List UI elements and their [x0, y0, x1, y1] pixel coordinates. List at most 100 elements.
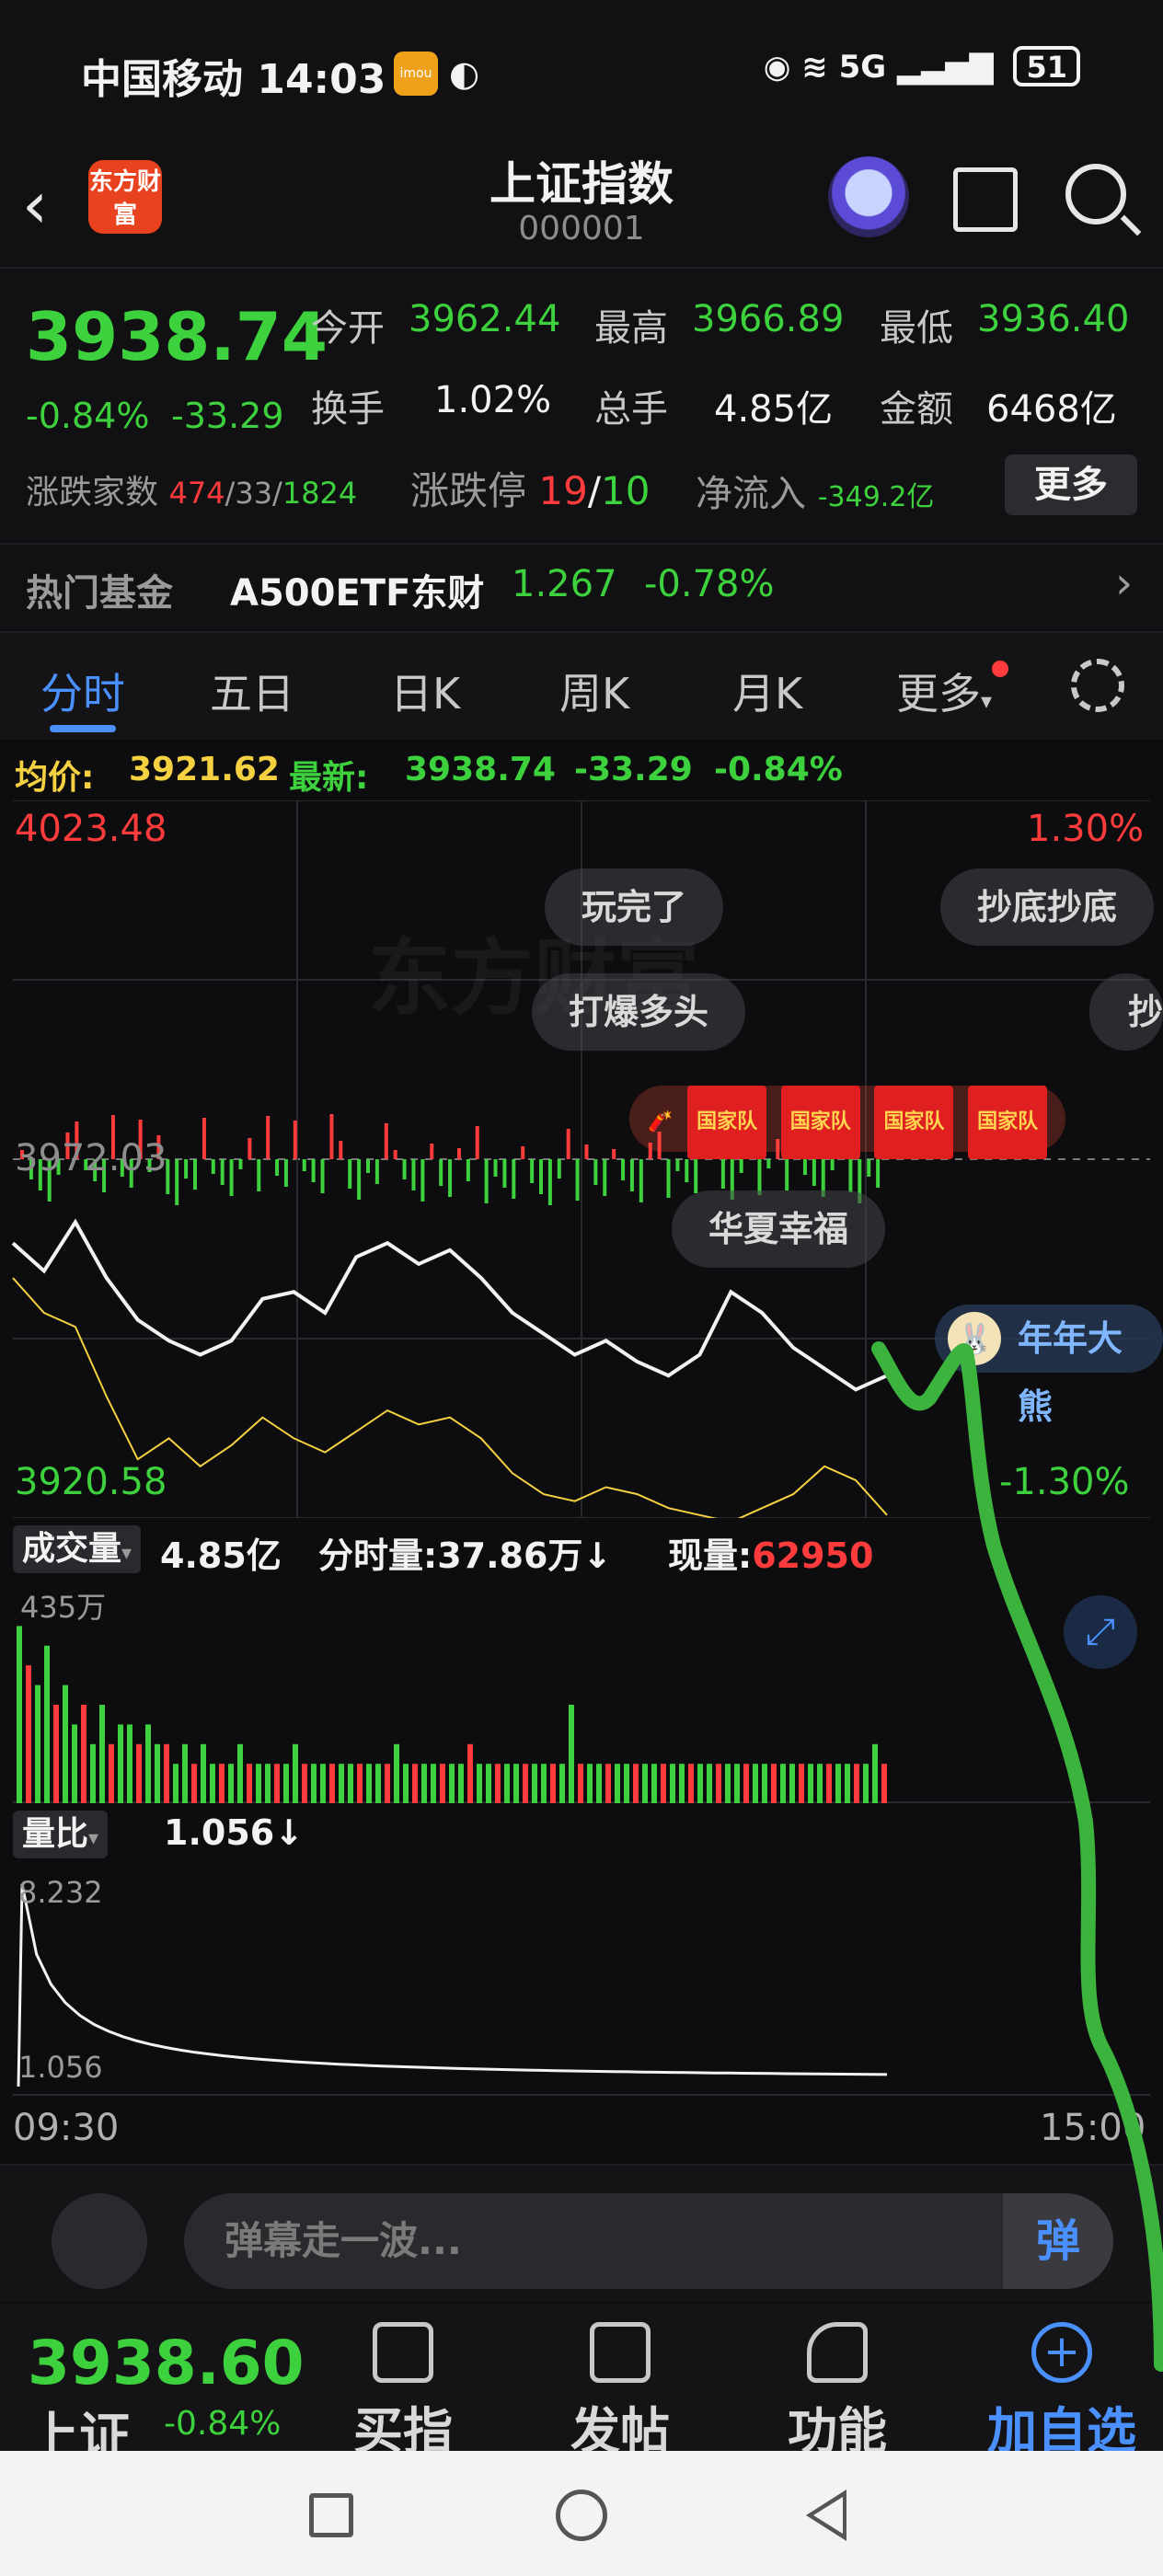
- fund-flow-bar: [374, 1159, 379, 1184]
- add-watchlist-button[interactable]: + 加自选: [979, 2322, 1145, 2463]
- volume-bar: [523, 1764, 528, 1803]
- volume-bar: [219, 1764, 225, 1803]
- volume-value: 4.85亿: [714, 388, 834, 431]
- grid-icon: [807, 2322, 868, 2383]
- danmaku-bubble[interactable]: 打爆多头: [532, 973, 746, 1051]
- wechat-icon: ◐: [449, 53, 480, 94]
- fund-flow-bar: [639, 1159, 643, 1202]
- advance-decline: 涨跌家数 474/33/1824: [26, 474, 358, 512]
- volume-indicator-select[interactable]: 成交量▾: [13, 1525, 142, 1573]
- danmaku-toggle-button[interactable]: 弹: [1003, 2193, 1113, 2289]
- home-icon[interactable]: [556, 2490, 607, 2541]
- intraday-chart[interactable]: 东方财富 4023.48 1.30% 3972.03 3920.58 -1.30…: [0, 800, 1163, 1518]
- national-team-flags[interactable]: 🧨 国家队 国家队 国家队 国家队: [629, 1086, 1066, 1159]
- ratio-indicator-select[interactable]: 量比▾: [13, 1811, 109, 1858]
- volume-bar: [53, 1705, 59, 1803]
- danmaku-bar: 弹幕走一波... 弹: [0, 2164, 1163, 2302]
- tab-weekly-k[interactable]: 周K: [559, 661, 629, 721]
- share-icon[interactable]: [953, 167, 1018, 232]
- danmaku-bubble[interactable]: 华夏幸福: [672, 1190, 886, 1268]
- volume-bar: [550, 1764, 556, 1803]
- danmaku-bubble[interactable]: 抄底抄底: [940, 868, 1155, 946]
- fund-flow-bar: [266, 1116, 271, 1159]
- back-arrow-icon[interactable]: ‹: [22, 167, 48, 243]
- volume-bar: [201, 1743, 206, 1803]
- bottom-toolbar: 3938.60 上证 -0.84% 买指数 发帖 功能 + 加自选: [0, 2304, 1163, 2533]
- danmaku-bubble[interactable]: 玩完了: [545, 868, 724, 946]
- period-volume-value: 37.86万: [437, 1535, 583, 1576]
- low-value: 3936.40: [977, 298, 1130, 340]
- back-icon[interactable]: [806, 2490, 846, 2541]
- fund-flow-bar: [456, 1148, 461, 1159]
- fund-flow-bar: [530, 1159, 535, 1183]
- danmaku-input[interactable]: 弹幕走一波... 弹: [184, 2193, 1113, 2289]
- battery-level: 51: [1026, 50, 1067, 85]
- volume-bar: [707, 1764, 712, 1803]
- hot-fund-row[interactable]: 热门基金 A500ETF东财 1.267 -0.78% ›: [0, 543, 1163, 629]
- fund-flow-bar: [484, 1159, 489, 1203]
- net-inflow: 净流入 -349.2亿: [696, 464, 934, 517]
- fund-flow-bar: [366, 1159, 370, 1173]
- function-button[interactable]: 功能: [764, 2322, 911, 2463]
- volume-bar: [569, 1705, 574, 1803]
- y-mid-label: 3972.03: [15, 1137, 167, 1179]
- tab-monthly-k[interactable]: 月K: [732, 661, 802, 721]
- ai-robot-icon[interactable]: [828, 156, 909, 237]
- turnover-label: 换手: [311, 388, 385, 431]
- fund-flow-bar: [202, 1118, 206, 1159]
- volume-bar: [743, 1764, 749, 1803]
- search-icon[interactable]: [1065, 164, 1126, 224]
- net-inflow-label: 净流入: [696, 473, 806, 515]
- volume-bar: [44, 1645, 50, 1803]
- volume-label: 总手: [594, 388, 668, 431]
- fund-flow-bar: [621, 1159, 626, 1180]
- flag-label: 国家队: [780, 1086, 860, 1159]
- post-button[interactable]: 发帖: [547, 2322, 694, 2463]
- fund-flow-bar: [493, 1159, 498, 1177]
- volume-bar: [339, 1764, 344, 1803]
- volume-bar: [127, 1724, 132, 1803]
- volume-bar: [293, 1743, 298, 1803]
- edit-icon: [590, 2322, 651, 2383]
- avg-value: 3921.62: [129, 751, 280, 788]
- tab-five-day[interactable]: 五日: [210, 661, 294, 721]
- fund-flow-bar: [257, 1159, 261, 1191]
- volume-bar: [458, 1764, 464, 1803]
- fund-flow-bar: [557, 1159, 561, 1179]
- active-tab-indicator: [50, 725, 116, 732]
- latest-label: 最新:: [289, 759, 369, 797]
- chart-line-icon: [373, 2322, 433, 2383]
- fund-flow-bar: [502, 1159, 507, 1188]
- fund-flow-bar: [876, 1159, 881, 1188]
- fund-flow-bar: [329, 1114, 334, 1159]
- volume-bar: [256, 1764, 261, 1803]
- recent-apps-icon[interactable]: [309, 2493, 353, 2537]
- volume-bar: [835, 1764, 841, 1803]
- volume-bar: [854, 1764, 859, 1803]
- volume-bar: [145, 1724, 151, 1803]
- avg-label: 均价:: [15, 759, 95, 797]
- danmaku-settings-icon[interactable]: [52, 2193, 147, 2289]
- battery-icon: 51: [1013, 46, 1080, 86]
- firecracker-icon: 🧨: [648, 1110, 674, 1133]
- current-volume-value: 62950: [752, 1535, 874, 1576]
- tab-intraday[interactable]: 分时: [40, 661, 125, 721]
- more-quote-button[interactable]: 更多: [1005, 454, 1137, 515]
- fund-flow-bar: [348, 1159, 352, 1189]
- danmaku-bubble[interactable]: 抄: [1089, 973, 1163, 1051]
- pct-min-label: -1.30%: [999, 1461, 1130, 1503]
- eastmoney-logo[interactable]: 东方财富: [88, 160, 162, 234]
- volume-bar: [762, 1764, 767, 1803]
- ratio-chart-svg: [13, 1883, 1150, 2096]
- gear-icon[interactable]: [1071, 659, 1124, 712]
- danmaku-bubble-special[interactable]: 🐰 年年大熊: [935, 1305, 1163, 1427]
- tab-daily-k[interactable]: 日K: [390, 661, 460, 721]
- fund-flow-bar: [393, 1150, 397, 1159]
- tab-more[interactable]: 更多▾: [896, 661, 1009, 721]
- volume-bar: [753, 1764, 758, 1803]
- volume-bar: [587, 1764, 593, 1803]
- expand-icon[interactable]: ⤢: [1064, 1595, 1137, 1669]
- period-volume-label: 分时量:: [318, 1535, 438, 1576]
- volume-bar: [845, 1764, 850, 1803]
- volume-bar: [431, 1764, 436, 1803]
